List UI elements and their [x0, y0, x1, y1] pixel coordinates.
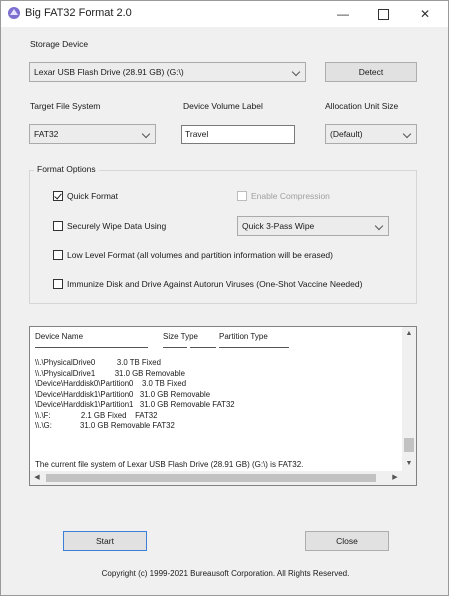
- app-logo-icon: [8, 7, 20, 19]
- target-file-system-value: FAT32: [34, 129, 59, 139]
- low-level-format-option[interactable]: Low Level Format (all volumes and partit…: [53, 250, 333, 260]
- immunize-label: Immunize Disk and Drive Against Autorun …: [67, 279, 363, 289]
- detect-button[interactable]: Detect: [325, 62, 417, 82]
- device-rows: \\.\PhysicalDrive0 3.0 TB Fixed \\.\Phys…: [35, 358, 235, 432]
- volume-label-label: Device Volume Label: [183, 101, 263, 111]
- start-button[interactable]: Start: [63, 531, 147, 551]
- allocation-unit-select[interactable]: (Default): [325, 124, 417, 144]
- column-divider: [219, 347, 289, 348]
- wipe-method-select[interactable]: Quick 3-Pass Wipe: [237, 216, 389, 236]
- enable-compression-checkbox: [237, 191, 247, 201]
- file-system-status: The current file system of Lexar USB Fla…: [35, 460, 304, 469]
- low-level-format-label: Low Level Format (all volumes and partit…: [67, 250, 333, 260]
- secure-wipe-checkbox[interactable]: [53, 221, 63, 231]
- secure-wipe-label: Securely Wipe Data Using: [67, 221, 167, 231]
- scroll-up-icon[interactable]: ▲: [402, 327, 416, 341]
- scroll-left-icon[interactable]: ◀: [30, 471, 44, 485]
- allocation-unit-label: Allocation Unit Size: [325, 101, 399, 111]
- low-level-format-checkbox[interactable]: [53, 250, 63, 260]
- column-divider: [35, 347, 148, 348]
- horizontal-scrollbar[interactable]: ◀ ▶: [30, 471, 402, 485]
- immunize-checkbox[interactable]: [53, 279, 63, 289]
- minimize-icon: —: [337, 7, 349, 21]
- scroll-corner: [402, 471, 416, 485]
- chevron-down-icon: [374, 221, 384, 231]
- scroll-thumb[interactable]: [46, 474, 376, 482]
- maximize-button[interactable]: [363, 1, 403, 27]
- copyright-text: Copyright (c) 1999-2021 Bureausoft Corpo…: [101, 569, 350, 578]
- column-device-name: Device Name: [35, 332, 84, 341]
- enable-compression-label: Enable Compression: [251, 191, 330, 201]
- close-button[interactable]: Close: [305, 531, 389, 551]
- chevron-down-icon: [402, 129, 412, 139]
- quick-format-option[interactable]: Quick Format: [53, 191, 118, 201]
- column-size-type: Size Type: [163, 332, 198, 341]
- chevron-down-icon: [141, 129, 151, 139]
- chevron-down-icon: [291, 67, 301, 77]
- close-window-button[interactable]: ✕: [405, 1, 445, 27]
- target-file-system-select[interactable]: FAT32: [29, 124, 156, 144]
- allocation-unit-value: (Default): [330, 129, 363, 139]
- maximize-icon: [377, 8, 389, 20]
- enable-compression-option: Enable Compression: [237, 191, 330, 201]
- scroll-thumb[interactable]: [404, 438, 414, 452]
- column-partition-type: Partition Type: [219, 332, 268, 341]
- format-options-title: Format Options: [34, 164, 99, 174]
- secure-wipe-option[interactable]: Securely Wipe Data Using: [53, 221, 166, 231]
- vertical-scrollbar[interactable]: ▲ ▼: [402, 327, 416, 471]
- quick-format-label: Quick Format: [67, 191, 119, 201]
- scroll-right-icon[interactable]: ▶: [388, 471, 402, 485]
- volume-label-input[interactable]: Travel: [181, 125, 295, 144]
- immunize-option[interactable]: Immunize Disk and Drive Against Autorun …: [53, 279, 362, 289]
- list-item: \\.\G: 31.0 GB Removable FAT32: [35, 421, 175, 430]
- list-item: \\.\PhysicalDrive0 3.0 TB Fixed: [35, 358, 161, 367]
- column-divider: [163, 347, 187, 348]
- list-item: \\.\PhysicalDrive1 31.0 GB Removable: [35, 368, 185, 378]
- list-item: \Device\Harddisk1\Partition0 31.0 GB Rem…: [35, 389, 211, 399]
- list-item: \\.\F: 2.1 GB Fixed FAT32: [35, 410, 158, 420]
- list-item: \Device\Harddisk0\Partition0 3.0 TB Fixe…: [35, 379, 187, 388]
- storage-device-select[interactable]: Lexar USB Flash Drive (28.91 GB) (G:\): [29, 62, 306, 82]
- minimize-button[interactable]: —: [323, 1, 363, 27]
- quick-format-checkbox[interactable]: [53, 191, 63, 201]
- title-bar[interactable]: Big FAT32 Format 2.0 — ✕: [1, 1, 448, 27]
- storage-device-value: Lexar USB Flash Drive (28.91 GB) (G:\): [34, 67, 184, 77]
- close-icon: ✕: [419, 7, 431, 21]
- target-file-system-label: Target File System: [30, 101, 101, 111]
- list-item: \Device\Harddisk1\Partition1 31.0 GB Rem…: [35, 400, 235, 409]
- list-header: Device Name Size Type Partition Type: [35, 332, 396, 348]
- storage-device-label: Storage Device: [30, 39, 89, 49]
- window-title: Big FAT32 Format 2.0: [25, 7, 132, 19]
- app-window: Big FAT32 Format 2.0 — ✕ Storage Device …: [0, 0, 449, 596]
- wipe-method-value: Quick 3-Pass Wipe: [242, 221, 315, 231]
- scroll-down-icon[interactable]: ▼: [402, 457, 416, 471]
- column-divider: [190, 347, 216, 348]
- device-info-list[interactable]: Device Name Size Type Partition Type \\.…: [29, 326, 417, 486]
